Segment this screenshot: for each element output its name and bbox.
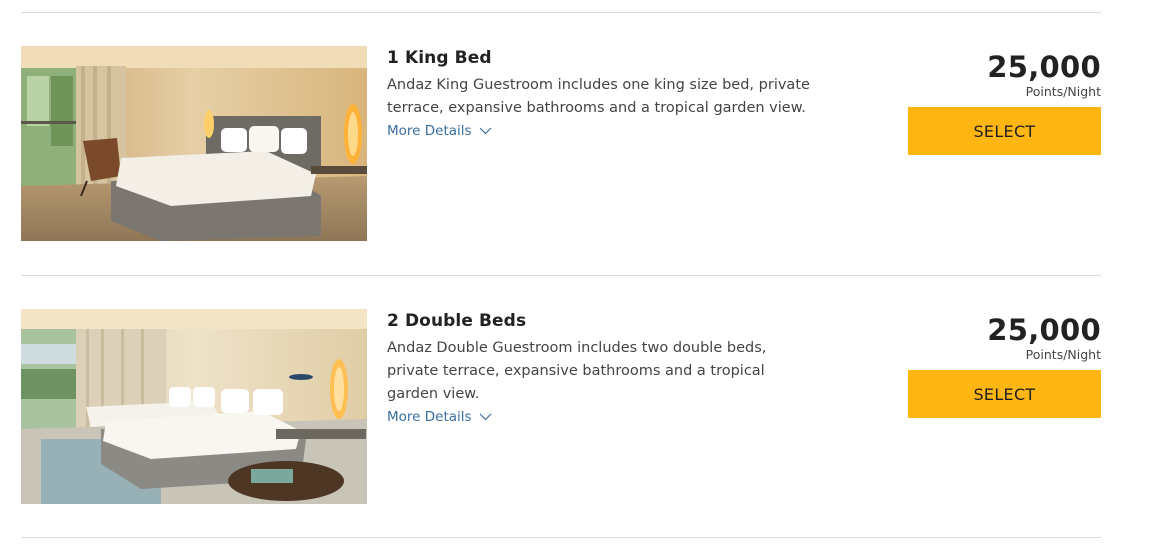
- points-label: Points/Night: [1025, 347, 1101, 362]
- more-details-label: More Details: [387, 123, 472, 139]
- room-photo-double[interactable]: [21, 309, 367, 504]
- room-info-double: 2 Double Beds Andaz Double Guestroom inc…: [387, 309, 827, 425]
- room-card-king: 1 King Bed Andaz King Guestroom includes…: [21, 46, 1101, 242]
- more-details-label: More Details: [387, 409, 472, 425]
- room-list: 1 King Bed Andaz King Guestroom includes…: [0, 0, 1150, 546]
- points-value: 25,000: [987, 50, 1101, 84]
- room-info-king: 1 King Bed Andaz King Guestroom includes…: [387, 46, 827, 139]
- divider: [21, 537, 1101, 538]
- select-button[interactable]: SELECT: [908, 107, 1101, 155]
- divider: [21, 12, 1101, 13]
- points-label: Points/Night: [1025, 84, 1101, 99]
- room-description: Andaz King Guestroom includes one king s…: [387, 77, 810, 116]
- room-photo-double-image: [21, 309, 367, 504]
- more-details-link[interactable]: More Details: [387, 123, 492, 139]
- room-title: 2 Double Beds: [387, 311, 527, 331]
- room-card-double: 2 Double Beds Andaz Double Guestroom inc…: [21, 309, 1101, 505]
- more-details-link[interactable]: More Details: [387, 409, 492, 425]
- price-block-king: 25,000 Points/Night SELECT: [908, 46, 1101, 155]
- room-description: Andaz Double Guestroom includes two doub…: [387, 340, 767, 402]
- points-value: 25,000: [987, 313, 1101, 347]
- chevron-down-icon: [479, 127, 491, 135]
- room-title: 1 King Bed: [387, 48, 492, 68]
- room-photo-king-image: [21, 46, 367, 241]
- select-button[interactable]: SELECT: [908, 370, 1101, 418]
- price-block-double: 25,000 Points/Night SELECT: [908, 309, 1101, 418]
- divider: [21, 275, 1101, 276]
- chevron-down-icon: [479, 413, 491, 421]
- room-photo-king[interactable]: [21, 46, 367, 241]
